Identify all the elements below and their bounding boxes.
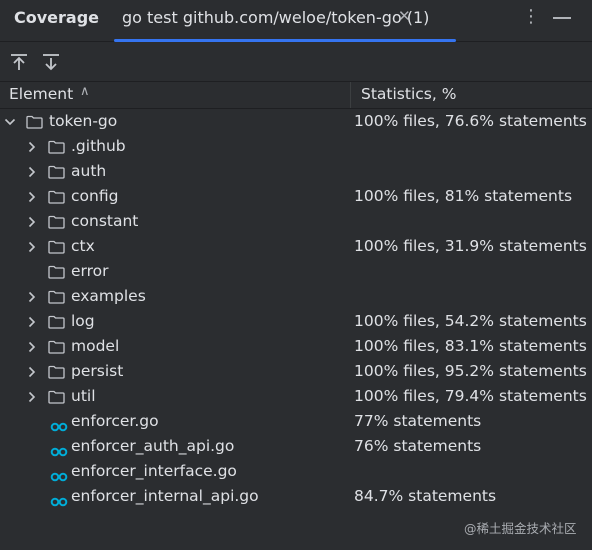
tree-row[interactable]: .github [0, 135, 592, 160]
chevron-right-icon[interactable] [26, 139, 38, 155]
chevron-right-icon[interactable] [26, 314, 38, 330]
tree-item-name: model [71, 337, 120, 355]
tree-row[interactable]: config 100% files, 81% statements [0, 185, 592, 210]
tree-item-name: enforcer_interface.go [71, 462, 237, 480]
go-file-icon [50, 443, 68, 457]
chevron-right-icon[interactable] [26, 189, 38, 205]
chevron-right-icon[interactable] [26, 289, 38, 305]
tree-row[interactable]: enforcer.go 77% statements [0, 410, 592, 435]
coverage-statistics: 100% files, 95.2% statements [354, 362, 587, 380]
tab-go-test-run[interactable]: go test github.com/weloe/token-go (1) ✕ [114, 0, 456, 42]
go-file-icon [50, 493, 68, 507]
folder-icon [48, 190, 65, 204]
go-file-icon [50, 418, 68, 432]
chevron-right-icon[interactable] [26, 239, 38, 255]
tab-label: go test github.com/weloe/token-go (1) [122, 8, 430, 27]
chevron-right-icon[interactable] [26, 364, 38, 380]
tree-row[interactable]: enforcer_interface.go [0, 460, 592, 485]
tree-row[interactable]: enforcer_auth_api.go 76% statements [0, 435, 592, 460]
folder-icon [48, 290, 65, 304]
tree-row[interactable]: model 100% files, 83.1% statements [0, 335, 592, 360]
export-up-icon[interactable] [8, 51, 30, 73]
watermark: @稀土掘金技术社区 [464, 521, 577, 536]
tree-item-name: enforcer_auth_api.go [71, 437, 235, 455]
tree-item-name: enforcer.go [71, 412, 159, 430]
coverage-statistics: 100% files, 31.9% statements [354, 237, 587, 255]
coverage-statistics: 100% files, 79.4% statements [354, 387, 587, 405]
coverage-statistics: 77% statements [354, 412, 482, 430]
chevron-right-icon[interactable] [26, 214, 38, 230]
tree-item-name: .github [71, 137, 126, 155]
tree-item-name: error [71, 262, 109, 280]
coverage-statistics: 100% files, 54.2% statements [354, 312, 587, 330]
column-header-element[interactable]: Element ∧ [0, 82, 351, 108]
tree-row[interactable]: ctx 100% files, 31.9% statements [0, 235, 592, 260]
tree-item-name: examples [71, 287, 146, 305]
tree-item-name: util [71, 387, 96, 405]
coverage-toolbar [0, 43, 592, 81]
panel-title: Coverage [14, 8, 100, 27]
chevron-right-icon[interactable] [26, 389, 38, 405]
chevron-right-icon[interactable] [26, 339, 38, 355]
tree-row[interactable]: enforcer_internal_api.go 84.7% statements [0, 485, 592, 510]
folder-icon [48, 340, 65, 354]
folder-icon [48, 240, 65, 254]
coverage-titlebar: Coverage go test github.com/weloe/token-… [0, 0, 592, 42]
more-options-icon[interactable]: ⋮ [522, 6, 540, 27]
coverage-statistics: 84.7% statements [354, 487, 497, 505]
active-tab-indicator [114, 39, 456, 42]
folder-icon [26, 115, 43, 129]
folder-icon [48, 265, 65, 279]
coverage-statistics: 100% files, 83.1% statements [354, 337, 587, 355]
coverage-statistics: 100% files, 81% statements [354, 187, 573, 205]
tree-item-name: enforcer_internal_api.go [71, 487, 259, 505]
go-file-icon [50, 468, 68, 482]
tree-row[interactable]: error [0, 260, 592, 285]
tree-item-name: ctx [71, 237, 95, 255]
sort-ascending-icon[interactable]: ∧ [80, 84, 90, 99]
import-down-icon[interactable] [40, 51, 62, 73]
chevron-right-icon[interactable] [26, 164, 38, 180]
minimize-icon[interactable] [553, 17, 571, 19]
tree-row[interactable]: token-go 100% files, 76.6% statements [0, 110, 592, 135]
folder-icon [48, 215, 65, 229]
tree-row[interactable]: log 100% files, 54.2% statements [0, 310, 592, 335]
tree-row[interactable]: util 100% files, 79.4% statements [0, 385, 592, 410]
tree-row[interactable]: constant [0, 210, 592, 235]
folder-icon [48, 315, 65, 329]
coverage-tree: token-go 100% files, 76.6% statements .git… [0, 110, 592, 510]
chevron-down-icon[interactable] [4, 114, 16, 130]
tree-item-name: auth [71, 162, 107, 180]
tree-row[interactable]: auth [0, 160, 592, 185]
column-header-statistics[interactable]: Statistics, % [361, 85, 456, 103]
tab-close-icon[interactable]: ✕ [398, 7, 411, 25]
tree-row[interactable]: examples [0, 285, 592, 310]
coverage-statistics: 100% files, 76.6% statements [354, 112, 587, 130]
tree-item-name: config [71, 187, 119, 205]
tree-row[interactable]: persist 100% files, 95.2% statements [0, 360, 592, 385]
column-label-element: Element [9, 85, 74, 103]
tree-item-name: token-go [49, 112, 118, 130]
folder-icon [48, 390, 65, 404]
coverage-statistics: 76% statements [354, 437, 482, 455]
table-header: Element ∧ Statistics, % [0, 81, 592, 109]
folder-icon [48, 140, 65, 154]
folder-icon [48, 365, 65, 379]
folder-icon [48, 165, 65, 179]
tree-item-name: log [71, 312, 95, 330]
tree-item-name: constant [71, 212, 139, 230]
tree-item-name: persist [71, 362, 124, 380]
